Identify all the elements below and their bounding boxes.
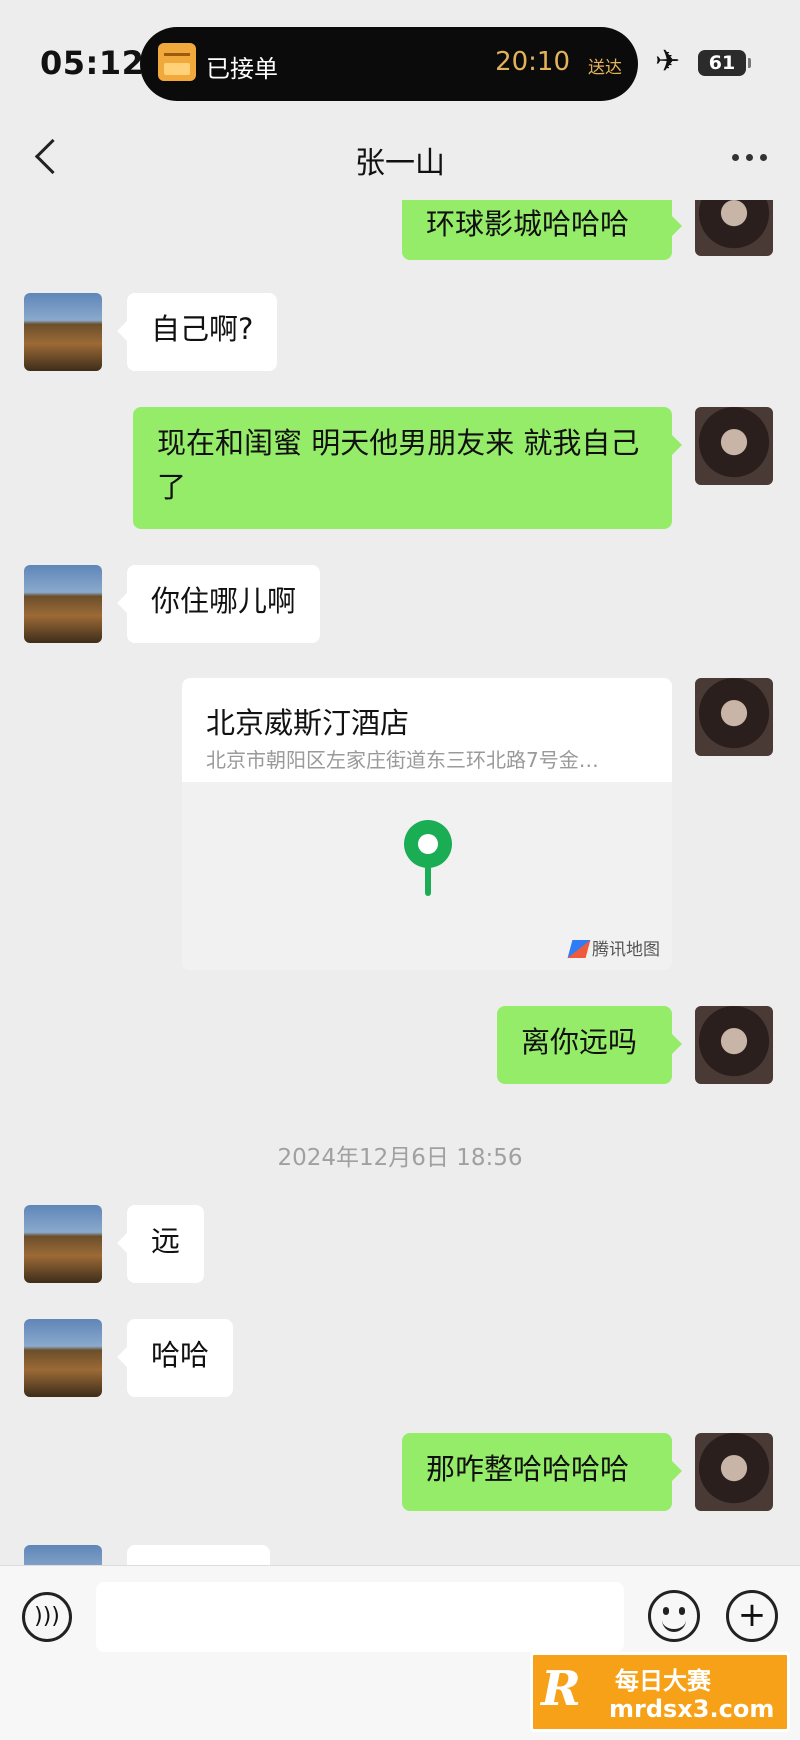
- message-text: 离你远吗: [521, 1025, 638, 1059]
- message-incoming[interactable]: 远: [116, 1205, 205, 1283]
- contact-avatar[interactable]: [24, 293, 102, 371]
- message-list[interactable]: 环球影城哈哈哈 自己啊? 现在和闺蜜 明天他男朋友来 就我自己了 你住哪儿啊 北…: [0, 200, 800, 1565]
- location-map-preview[interactable]: 腾讯地图: [182, 782, 672, 970]
- message-timestamp: 2024年12月6日 18:56: [277, 1145, 523, 1171]
- location-name: 北京威斯汀酒店: [206, 706, 410, 740]
- message-text: 远: [151, 1224, 181, 1258]
- message-outgoing[interactable]: 离你远吗: [497, 1006, 682, 1084]
- voice-input-button[interactable]: ))): [22, 1592, 72, 1642]
- message-incoming[interactable]: 你住哪儿啊: [116, 565, 321, 643]
- message-input[interactable]: [96, 1582, 624, 1652]
- dynamic-island[interactable]: 已接单 20:10 送达: [140, 27, 638, 101]
- message-outgoing[interactable]: 环球影城哈哈哈: [402, 200, 682, 260]
- message-outgoing[interactable]: 现在和闺蜜 明天他男朋友来 就我自己了: [133, 407, 682, 529]
- chat-header: 张一山: [0, 120, 800, 200]
- more-dot: [760, 154, 767, 161]
- island-eta-time: 20:10: [495, 47, 570, 77]
- message-text: 哈哈: [151, 1338, 210, 1372]
- voice-icon: ))): [34, 1604, 60, 1629]
- map-pin-stem: [425, 864, 431, 896]
- message-text: 自己啊?: [151, 312, 254, 346]
- chat-title: 张一山: [355, 146, 445, 181]
- battery-level: 61: [708, 52, 736, 74]
- tencent-map-icon: [567, 940, 591, 958]
- watermark-url: mrdsx3.com: [609, 1695, 775, 1723]
- avatar[interactable]: [695, 678, 773, 756]
- message-incoming[interactable]: 哈哈: [116, 1319, 234, 1397]
- more-functions-button[interactable]: +: [726, 1590, 778, 1642]
- contact-avatar[interactable]: [24, 565, 102, 643]
- map-provider-label: 腾讯地图: [567, 935, 660, 960]
- map-provider-text: 腾讯地图: [592, 940, 660, 960]
- message-incoming[interactable]: 自己啊?: [116, 293, 278, 371]
- message-text: 你住哪儿啊: [151, 584, 297, 618]
- message-text: 环球影城哈哈哈: [426, 207, 630, 241]
- battery-icon: 61: [698, 50, 751, 76]
- message-incoming[interactable]: [127, 1545, 270, 1565]
- emoji-button[interactable]: [648, 1590, 700, 1642]
- more-dots-icon: [732, 154, 739, 161]
- watermark-logo: R 每日大赛 mrdsx3.com: [530, 1652, 790, 1732]
- status-time: 05:12: [40, 44, 145, 82]
- avatar[interactable]: [695, 407, 773, 485]
- contact-avatar[interactable]: [24, 1319, 102, 1397]
- message-outgoing[interactable]: 那咋整哈哈哈哈: [402, 1433, 682, 1511]
- airplane-mode-icon: ✈: [655, 44, 681, 79]
- map-pin-icon: [404, 820, 452, 868]
- delivery-box-icon: [158, 43, 196, 81]
- island-title: 已接单: [206, 55, 278, 83]
- watermark-r-icon: R: [541, 1661, 581, 1717]
- message-text: 那咋整哈哈哈哈: [426, 1452, 630, 1486]
- location-address: 北京市朝阳区左家庄街道东三环北路7号金…: [206, 748, 599, 772]
- location-message-card[interactable]: 北京威斯汀酒店 北京市朝阳区左家庄街道东三环北路7号金… 腾讯地图: [182, 678, 672, 970]
- avatar[interactable]: [695, 1433, 773, 1511]
- avatar[interactable]: [695, 200, 773, 256]
- island-eta-label: 送达: [588, 58, 622, 78]
- contact-avatar[interactable]: [24, 1545, 102, 1565]
- message-text: 现在和闺蜜 明天他男朋友来 就我自己了: [157, 426, 640, 504]
- more-options-button[interactable]: [716, 142, 786, 172]
- watermark-cn-text: 每日大赛: [615, 1667, 711, 1695]
- avatar[interactable]: [695, 1006, 773, 1084]
- plus-icon: +: [737, 1595, 767, 1635]
- contact-avatar[interactable]: [24, 1205, 102, 1283]
- status-bar: 05:12 已接单 20:10 送达 ✈ 61: [0, 0, 800, 120]
- more-dot: [746, 154, 753, 161]
